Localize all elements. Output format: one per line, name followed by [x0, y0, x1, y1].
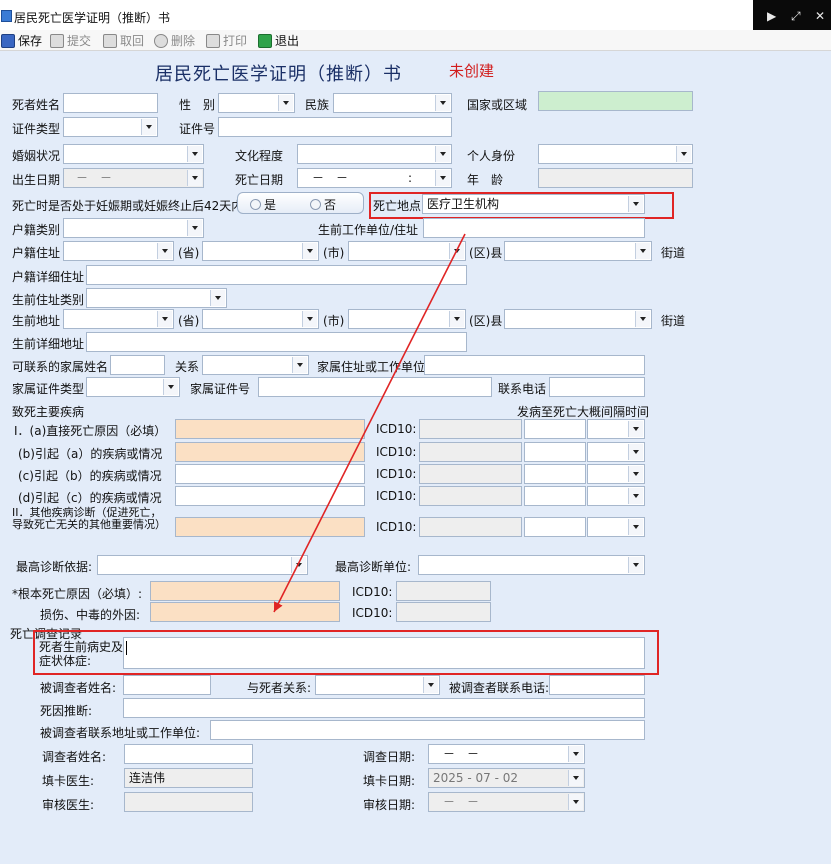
annotation-arrow — [273, 233, 466, 613]
